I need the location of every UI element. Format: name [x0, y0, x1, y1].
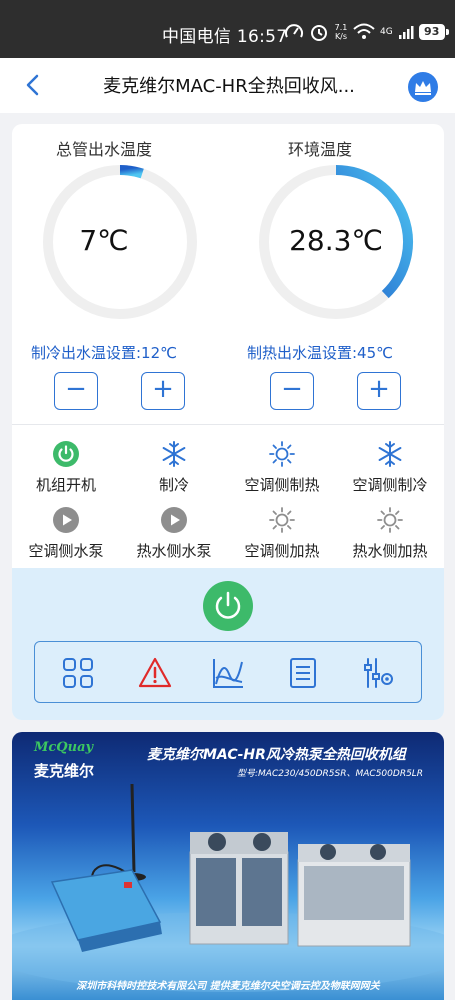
sun-icon — [269, 441, 295, 467]
network-type: 4G — [380, 27, 393, 37]
page-title: 麦克维尔MAC-HR全热回收风... — [103, 76, 355, 97]
status-label: 空调侧制热 — [244, 476, 320, 494]
divider — [12, 424, 444, 425]
control-card: 总管出水温度 7℃ 制冷出水温设置:12℃ − + 环境温度 28.3℃ 制热出… — [12, 124, 444, 720]
status-ac-cooling: 空调侧制冷 — [336, 440, 444, 495]
snowflake-icon — [378, 441, 402, 467]
heating-setpoint-decrease-button[interactable]: − — [270, 372, 314, 410]
status-ac-pump: 空调侧水泵 — [12, 506, 120, 561]
alarm-clock-icon — [311, 25, 327, 41]
heater-icon — [269, 507, 295, 533]
banner-footer: 深圳市科特时控技术有限公司 提供麦克维尔央空调云控及物联网网关 — [76, 981, 380, 992]
wifi-icon — [353, 23, 375, 39]
control-panel — [12, 568, 444, 720]
back-chevron-icon[interactable] — [20, 71, 48, 99]
cooling-setpoint-label: 制冷出水温设置:12℃ — [31, 344, 177, 362]
status-hot-water-heater: 热水侧加热 — [336, 506, 444, 561]
status-label: 空调侧水泵 — [28, 542, 104, 560]
function-toolbar — [34, 641, 422, 703]
battery-indicator: 93 — [418, 24, 449, 40]
ambient-temp-value: 28.3℃ — [289, 224, 383, 257]
pump-icon — [53, 507, 79, 533]
gauge-title-ambient: 环境温度 — [287, 140, 352, 159]
cooling-setpoint-decrease-button[interactable]: − — [54, 372, 98, 410]
status-label: 机组开机 — [35, 476, 96, 494]
heating-setpoint-increase-button[interactable]: + — [357, 372, 401, 410]
cooling-setpoint-increase-button[interactable]: + — [141, 372, 185, 410]
status-label: 热水侧水泵 — [136, 542, 212, 560]
snowflake-icon — [162, 441, 186, 467]
net-speed: 7.1 K/s — [334, 23, 348, 41]
status-hot-water-pump: 热水侧水泵 — [120, 506, 228, 561]
list-icon[interactable] — [286, 656, 320, 690]
status-label: 空调侧加热 — [244, 542, 320, 560]
chart-icon[interactable] — [211, 656, 245, 690]
status-ac-heating: 空调侧制热 — [228, 440, 336, 495]
alarm-icon[interactable] — [138, 656, 172, 690]
speedometer-icon — [285, 24, 303, 38]
status-label: 空调侧制冷 — [352, 476, 428, 494]
signal-icon — [398, 26, 414, 39]
status-label: 热水侧加热 — [352, 542, 428, 560]
app-header: 麦克维尔MAC-HR全热回收风... — [0, 58, 455, 113]
grid-icon[interactable] — [61, 656, 95, 690]
vip-button[interactable] — [408, 72, 438, 102]
gauge-title-supply-water: 总管出水温度 — [55, 140, 152, 159]
crown-icon — [415, 81, 431, 95]
pump-icon — [161, 507, 187, 533]
status-ac-heater: 空调侧加热 — [228, 506, 336, 561]
settings-icon[interactable] — [361, 656, 395, 690]
product-banner[interactable]: McQuay 麦克维尔 麦克维尔MAC-HR风冷热泵全热回收机组 型号:MAC2… — [12, 732, 444, 1000]
supply-water-temp-value: 7℃ — [79, 224, 129, 257]
power-on-icon — [53, 441, 79, 467]
status-bar: 中国电信 16:57 7.1 K/s 4G 93 — [0, 0, 455, 58]
heater-icon — [377, 507, 403, 533]
heating-setpoint-label: 制热出水温设置:45℃ — [247, 344, 393, 362]
carrier-time: 中国电信 16:57 — [162, 27, 288, 47]
power-button[interactable] — [203, 581, 253, 631]
gateway-device-image — [12, 783, 444, 992]
status-unit-on: 机组开机 — [12, 440, 120, 495]
status-label: 制冷 — [158, 476, 189, 494]
status-icons: 7.1 K/s 4G 93 — [284, 19, 449, 45]
status-cooling: 制冷 — [120, 440, 228, 495]
power-icon — [215, 591, 241, 619]
